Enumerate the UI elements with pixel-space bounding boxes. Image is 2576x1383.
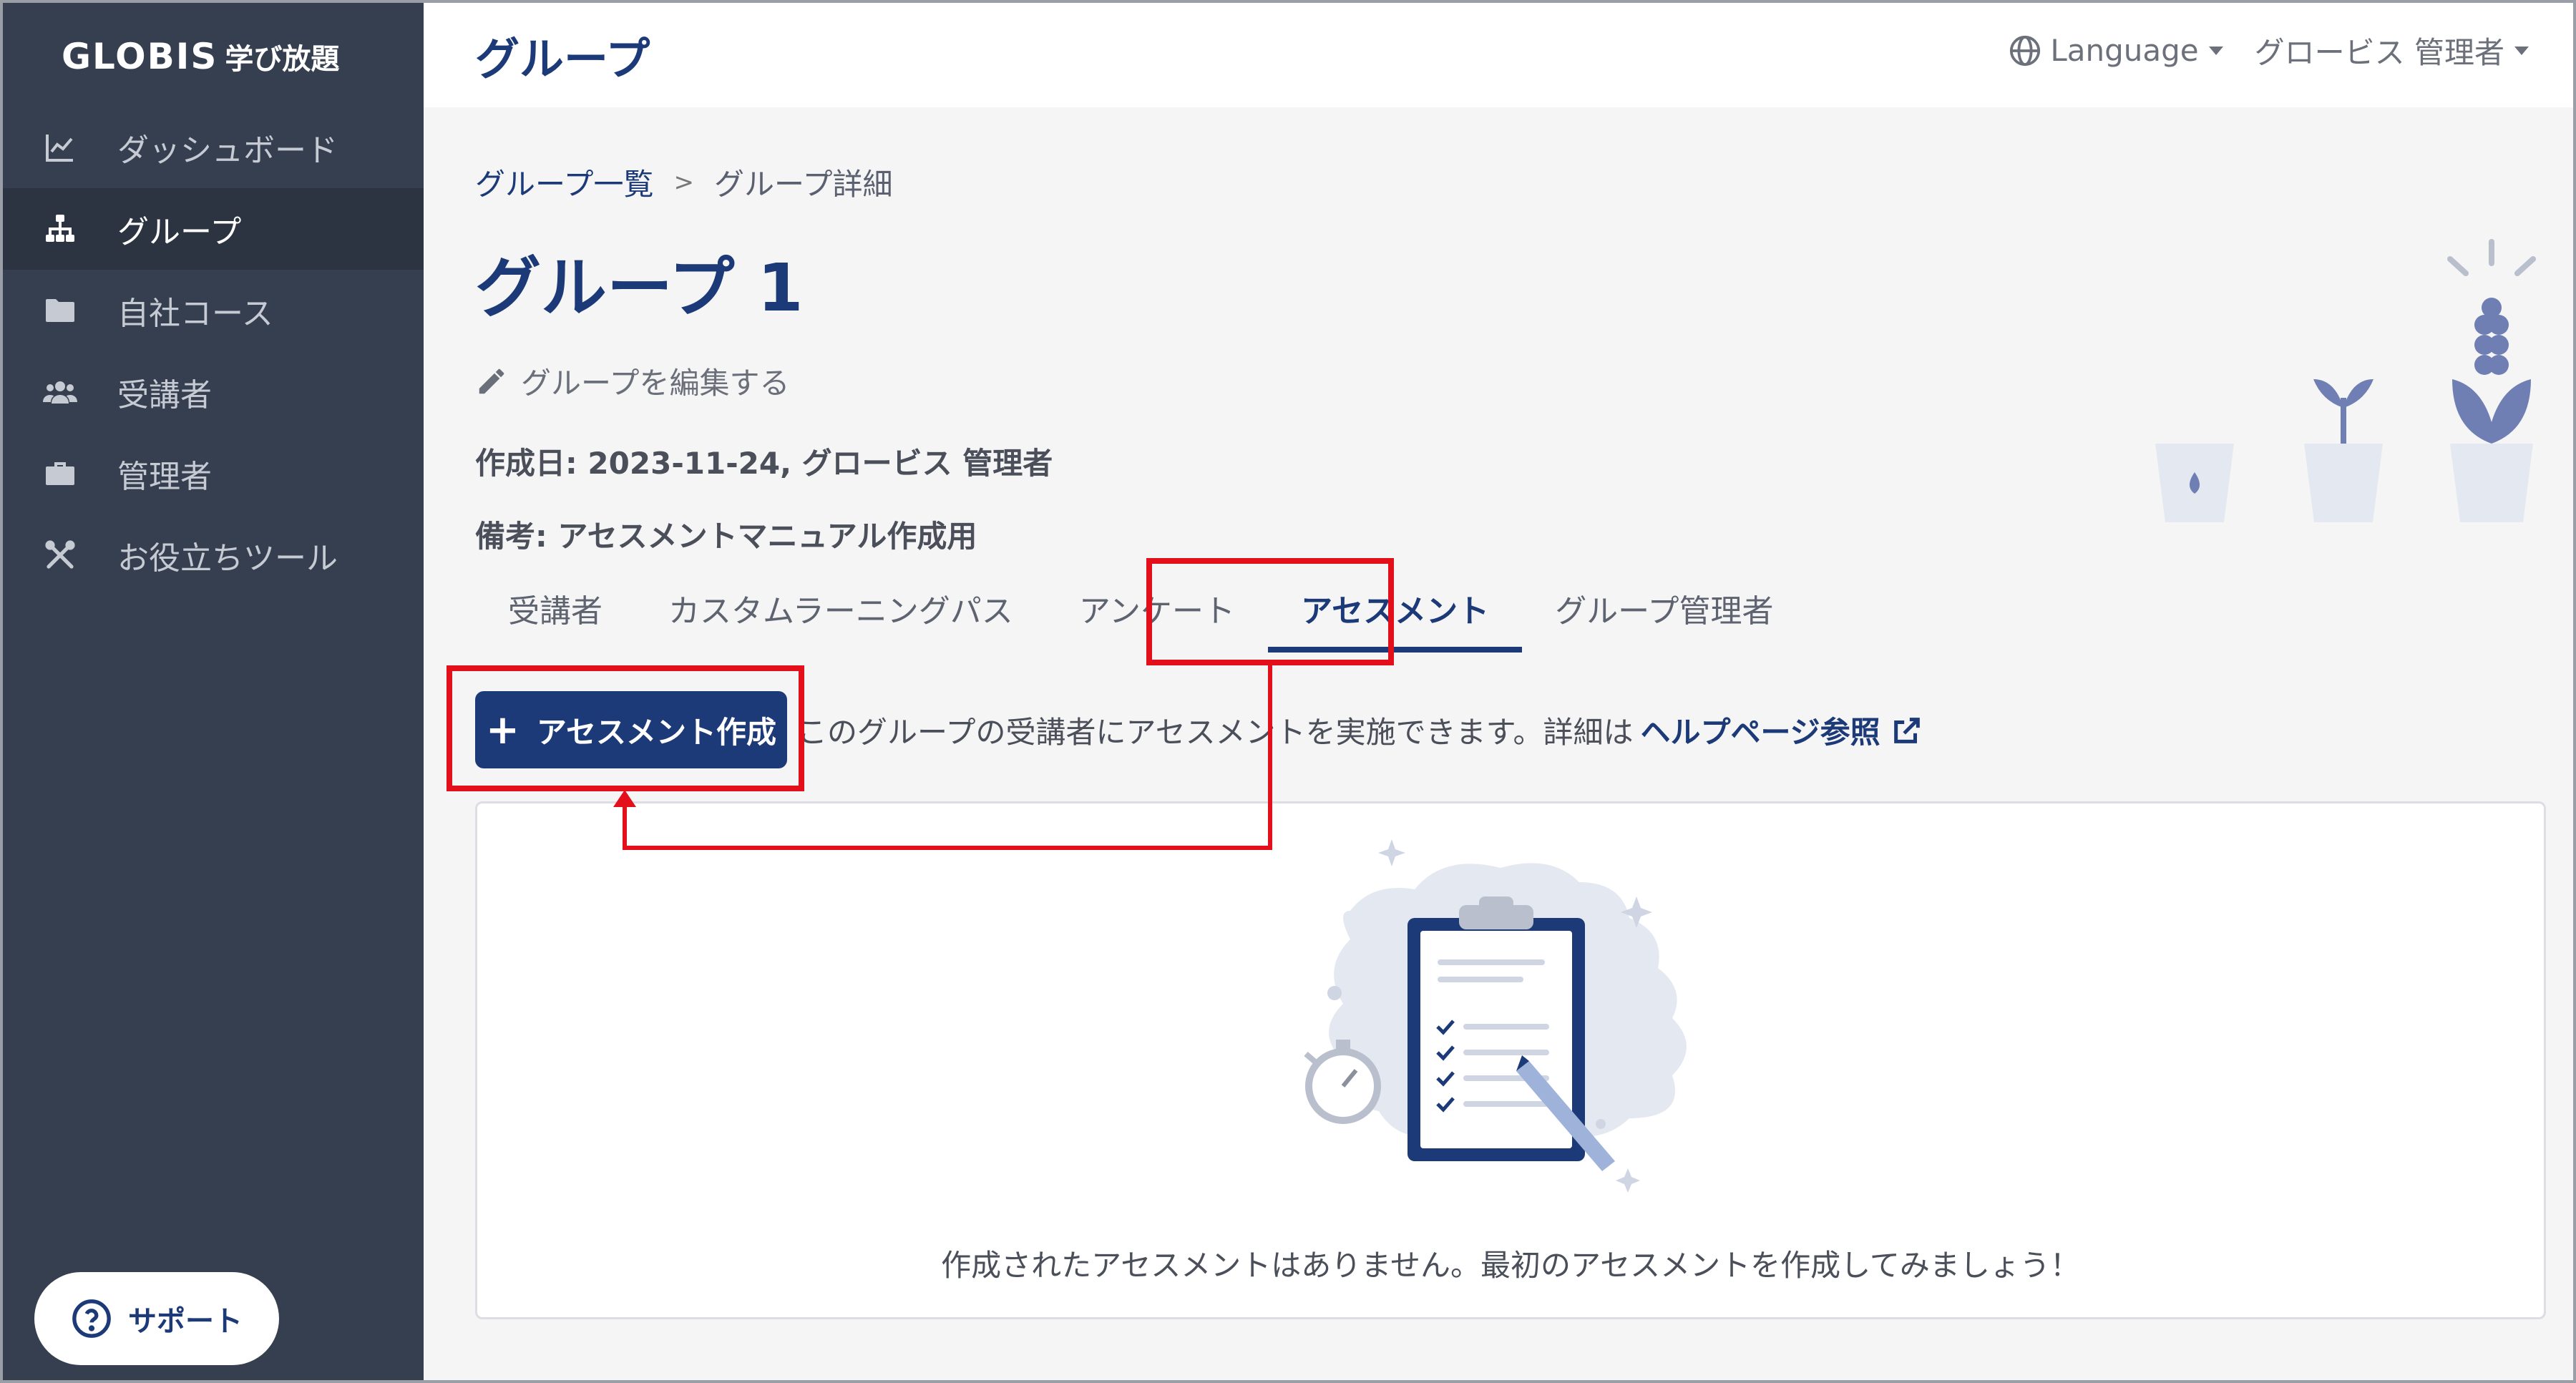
breadcrumb-parent-link[interactable]: グループ一覧 (475, 160, 653, 204)
language-selector[interactable]: Language (2009, 33, 2223, 68)
globe-icon (2010, 35, 2041, 66)
annotation-arrow-horizontal (623, 846, 1272, 850)
chevron-down-icon (2514, 46, 2529, 55)
assessment-info: このグループの受講者にアセスメントを実施できます。詳細は ヘルプページ参照 (797, 708, 1923, 752)
note-info: 備考: アセスメントマニュアル作成用 (475, 519, 977, 554)
sidebar-item-label: お役立ちツール (117, 540, 338, 577)
chevron-down-icon (2208, 46, 2223, 55)
sidebar-item-label: グループ (117, 214, 242, 250)
clipboard-illustration (1304, 839, 1687, 1193)
pencil-icon (479, 368, 504, 394)
app-window: GLOBIS 学び放題 ダッシュボード グループ 自社コース 受講者 管理者 お… (0, 0, 2576, 1383)
brand-logo[interactable]: GLOBIS 学び放題 (62, 31, 339, 82)
edit-group-label: グループを編集する (521, 366, 790, 401)
plants-illustration (2155, 239, 2536, 522)
sidebar: GLOBIS 学び放題 ダッシュボード グループ 自社コース 受講者 管理者 お… (3, 3, 424, 1380)
sidebar-nav: ダッシュボード グループ 自社コース 受講者 管理者 お役立ちツール (3, 107, 424, 596)
empty-state-card: 作成されたアセスメントはありません。最初のアセスメントを作成してみましょう！ (475, 801, 2546, 1319)
language-label: Language (2050, 33, 2199, 68)
tab-custom-learning-path[interactable]: カスタムラーニングパス (635, 585, 1046, 653)
support-label: サポート (128, 1305, 243, 1338)
assessment-info-text: このグループの受講者にアセスメントを実施できます。詳細は (797, 715, 1634, 750)
support-button[interactable]: サポート (34, 1272, 279, 1365)
tab-group-admins[interactable]: グループ管理者 (1522, 585, 1806, 653)
external-link-icon (1893, 717, 1920, 743)
help-page-link[interactable]: ヘルプページ参照 (1640, 708, 1923, 752)
sidebar-item-label: 自社コース (117, 295, 273, 332)
tools-icon (40, 535, 80, 575)
header-actions: Language グロービス 管理者 (2009, 29, 2529, 72)
brand-sub: 学び放題 (225, 43, 340, 76)
question-circle-icon (72, 1299, 111, 1338)
sitemap-icon (40, 209, 80, 249)
sidebar-item-admins[interactable]: 管理者 (3, 433, 424, 514)
top-header: グループ Language グロービス 管理者 (424, 3, 2573, 107)
sidebar-item-learners[interactable]: 受講者 (3, 351, 424, 433)
chart-line-icon (40, 127, 80, 167)
empty-state-message: 作成されたアセスメントはありません。最初のアセスメントを作成してみましょう！ (941, 1248, 2080, 1283)
page-header-title: グループ (475, 33, 650, 85)
user-menu[interactable]: グロービス 管理者 (2255, 29, 2529, 72)
annotation-box-button (447, 665, 804, 791)
breadcrumb: グループ一覧 > グループ詳細 (475, 160, 892, 204)
annotation-arrow-vertical (1268, 665, 1272, 850)
breadcrumb-current: グループ詳細 (713, 167, 893, 202)
users-icon (40, 372, 80, 412)
sidebar-item-dashboard[interactable]: ダッシュボード (3, 107, 424, 188)
help-page-label: ヘルプページ参照 (1640, 715, 1880, 750)
annotation-arrow-head (613, 790, 636, 807)
edit-group-link[interactable]: グループを編集する (475, 359, 789, 403)
user-label: グロービス 管理者 (2254, 35, 2504, 70)
briefcase-icon (40, 454, 80, 494)
tab-learners[interactable]: 受講者 (475, 585, 635, 653)
sidebar-item-group[interactable]: グループ (3, 188, 424, 270)
folder-icon (40, 290, 80, 331)
sidebar-item-label: 受講者 (117, 377, 212, 414)
sidebar-item-own-courses[interactable]: 自社コース (3, 270, 424, 351)
group-title: グループ 1 (475, 250, 804, 326)
created-info: 作成日: 2023-11-24, グロービス 管理者 (475, 446, 1053, 481)
group-tabs: 受講者 カスタムラーニングパス アンケート アセスメント グループ管理者 (475, 578, 1807, 653)
brand-name: GLOBIS (62, 36, 218, 77)
annotation-box-tab (1146, 558, 1394, 665)
sidebar-item-label: 管理者 (117, 459, 212, 495)
breadcrumb-separator: > (673, 167, 694, 197)
sidebar-item-tools[interactable]: お役立ちツール (3, 514, 424, 596)
sidebar-item-label: ダッシュボード (117, 132, 338, 169)
